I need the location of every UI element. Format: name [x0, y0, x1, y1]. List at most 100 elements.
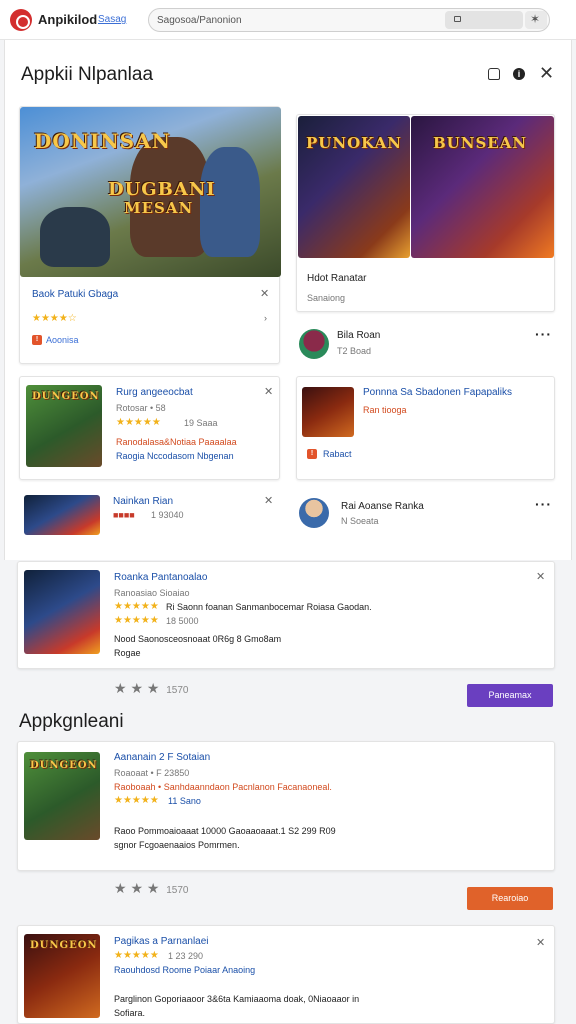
promo-logo-text: BUNSEAN	[433, 134, 528, 152]
account-sub: N Soeata	[341, 516, 379, 526]
game-card[interactable]: DUNGEON Rurg angeeocbat ✕ Rotosar • 58 ★…	[19, 376, 280, 480]
rating-stars: ★★★★★	[114, 601, 159, 612]
game-thumbnail[interactable]	[24, 495, 100, 535]
main-panel: Appkii Nlpanlaa i ✕ DONINSAN DUGBANI MES…	[4, 40, 572, 560]
account-name[interactable]: Rai Aoanse Ranka	[341, 501, 424, 512]
meta-row: ★ ★ ★ 1570	[114, 880, 188, 897]
meta-count: 1570	[166, 885, 189, 896]
game-title[interactable]: Nainkan Rian	[113, 496, 173, 507]
promo-art-right[interactable]: BUNSEAN	[411, 116, 554, 258]
list-item[interactable]: DUNGEON Pagikas a Parnanlaei ✕ ★★★★★ 1 2…	[17, 925, 555, 1024]
list-title[interactable]: Roanka Pantanoalao	[114, 572, 207, 583]
game-title[interactable]: Rurg angeeocbat	[116, 387, 193, 398]
rating-stars: ★★★★★	[114, 795, 159, 806]
game-thumbnail[interactable]: DUNGEON	[26, 385, 102, 467]
avatar[interactable]	[299, 498, 329, 528]
list-desc: sgnor Fcgoaenaaios Pomrmen.	[114, 840, 240, 850]
featured-title[interactable]: Baok Patuki Gbaga	[32, 289, 118, 300]
tag-icon: !	[307, 449, 317, 459]
brand-name[interactable]: Anpikilod	[38, 12, 97, 27]
meta-count: 1570	[166, 685, 189, 696]
list-line: 1 23 290	[168, 951, 204, 961]
info-icon[interactable]: i	[513, 68, 525, 80]
featured-tag[interactable]: Aoonisa	[46, 335, 79, 345]
rating-stars: ★ ★ ★	[114, 880, 160, 896]
list-line: 11 Sano	[168, 796, 201, 806]
game-logo-text: DUNGEON	[32, 391, 100, 402]
game-desc: Raogia Nccodasom Nbgenan	[116, 451, 234, 461]
list-sub: Roaoaat • F 23850	[114, 768, 190, 778]
promo-title[interactable]: Hdot Ranatar	[307, 273, 366, 284]
list-line: Raoboaah • Sanhdaanndaon Pacnlanon Facan…	[114, 782, 332, 792]
game-thumbnail[interactable]	[24, 570, 100, 654]
hero-figure	[200, 147, 260, 257]
game-thumbnail[interactable]: DUNGEON	[24, 934, 100, 1018]
featured-card[interactable]: DONINSAN DUGBANI MESAN Baok Patuki Gbaga…	[19, 106, 281, 364]
action-button[interactable]: Paneamax	[467, 684, 553, 707]
game-tag[interactable]: Rabact	[323, 449, 352, 459]
game-sub: Ran tiooga	[363, 405, 407, 415]
promo-art-left[interactable]: PUNOKAN	[298, 116, 410, 258]
rating-stars: ★★★★★	[116, 417, 161, 428]
game-desc: Ranodalasa&Notiaa Paaaalaa	[116, 437, 237, 447]
close-icon[interactable]: ✕	[264, 385, 273, 398]
list-item[interactable]: DUNGEON Aananain 2 F Sotaian Roaoaat • F…	[17, 741, 555, 871]
rating-stars: ★ ★ ★	[114, 680, 160, 696]
list-desc: Parglinon Goporiaaoor 3&6ta Kamiaaoma do…	[114, 994, 360, 1004]
favorite-button[interactable]: ✶	[525, 11, 547, 29]
game-thumbnail[interactable]: DUNGEON	[24, 752, 100, 840]
list-line: 18 5000	[166, 616, 199, 626]
chevron-right-icon[interactable]: ›	[264, 313, 267, 323]
meta-row: ★ ★ ★ 1570	[114, 680, 188, 697]
list-desc: Nood Saonosceosnoaat 0R6g 8 Gmo8am	[114, 634, 282, 644]
list-title[interactable]: Pagikas a Parnanlaei	[114, 936, 209, 947]
game-logo-text: DUNGEON	[30, 760, 98, 771]
hero-logo-text: DONINSAN	[34, 129, 171, 153]
rating-stars: ★★★★★	[114, 615, 159, 626]
promo-card[interactable]: PUNOKAN BUNSEAN Hdot Ranatar Sanaiong	[296, 114, 555, 312]
account-sub: T2 Boad	[337, 346, 372, 356]
page-title: Appkii Nlpanlaa	[21, 64, 154, 85]
more-icon[interactable]: ···	[535, 326, 552, 342]
list-desc: Sofiara.	[114, 1008, 146, 1018]
list-item[interactable]: Roanka Pantanoalao ✕ Ranoasiao Sioaiao ★…	[17, 561, 555, 669]
search-bar[interactable]: ✶	[148, 8, 550, 32]
game-title[interactable]: Ponnna Sa Sbadonen Fapapaliks	[363, 387, 512, 398]
brand-sub-link[interactable]: Sasag	[98, 14, 126, 25]
close-icon[interactable]: ✕	[536, 936, 545, 949]
hero-logo-text: DUGBANI	[108, 179, 216, 200]
promo-logo-text: PUNOKAN	[306, 134, 402, 152]
action-button[interactable]: Rearoiao	[467, 887, 553, 910]
bell-icon[interactable]	[488, 68, 500, 80]
more-icon[interactable]: ···	[535, 496, 552, 512]
section-title: Appkgnleani	[19, 711, 124, 732]
lock-button[interactable]	[445, 11, 523, 29]
close-icon[interactable]: ✕	[264, 494, 273, 507]
top-bar: Anpikilod Sasag ✶	[0, 0, 576, 40]
game-card[interactable]: Ponnna Sa Sbadonen Fapapaliks Ran tiooga…	[296, 376, 555, 480]
rating-stars: ■■■■	[113, 510, 135, 520]
lock-icon	[454, 16, 461, 22]
game-sub: Rotosar • 58	[116, 403, 166, 413]
list-title[interactable]: Aananain 2 F Sotaian	[114, 752, 210, 763]
game-logo-text: DUNGEON	[30, 940, 98, 951]
hero-figure	[40, 207, 110, 267]
list-line: Ri Saonn foanan Sanmanbocemar Roiasa Gao…	[166, 602, 372, 612]
avatar[interactable]	[299, 329, 329, 359]
rating-stars: ★★★★☆	[32, 313, 77, 324]
search-input[interactable]	[157, 12, 437, 29]
close-icon[interactable]: ✕	[539, 64, 554, 82]
close-icon[interactable]: ✕	[260, 287, 269, 300]
rating-value: 19 Saaa	[184, 418, 218, 428]
list-desc: Raoo Pommoaioaaat 10000 Gaoaaoaaat.1 S2 …	[114, 826, 336, 836]
brand-logo-icon[interactable]	[10, 9, 32, 31]
close-icon[interactable]: ✕	[536, 570, 545, 583]
list-desc: Rogae	[114, 648, 141, 658]
list-line: Raouhdosd Roome Poiaar Anaoing	[114, 965, 256, 975]
rating-stars: ★★★★★	[114, 950, 159, 961]
account-name[interactable]: Bila Roan	[337, 330, 380, 341]
featured-game-art[interactable]: DONINSAN DUGBANI MESAN	[20, 107, 281, 277]
tag-icon: !	[32, 335, 42, 345]
rating-value: 1 93040	[151, 510, 184, 520]
game-thumbnail[interactable]	[302, 387, 354, 437]
